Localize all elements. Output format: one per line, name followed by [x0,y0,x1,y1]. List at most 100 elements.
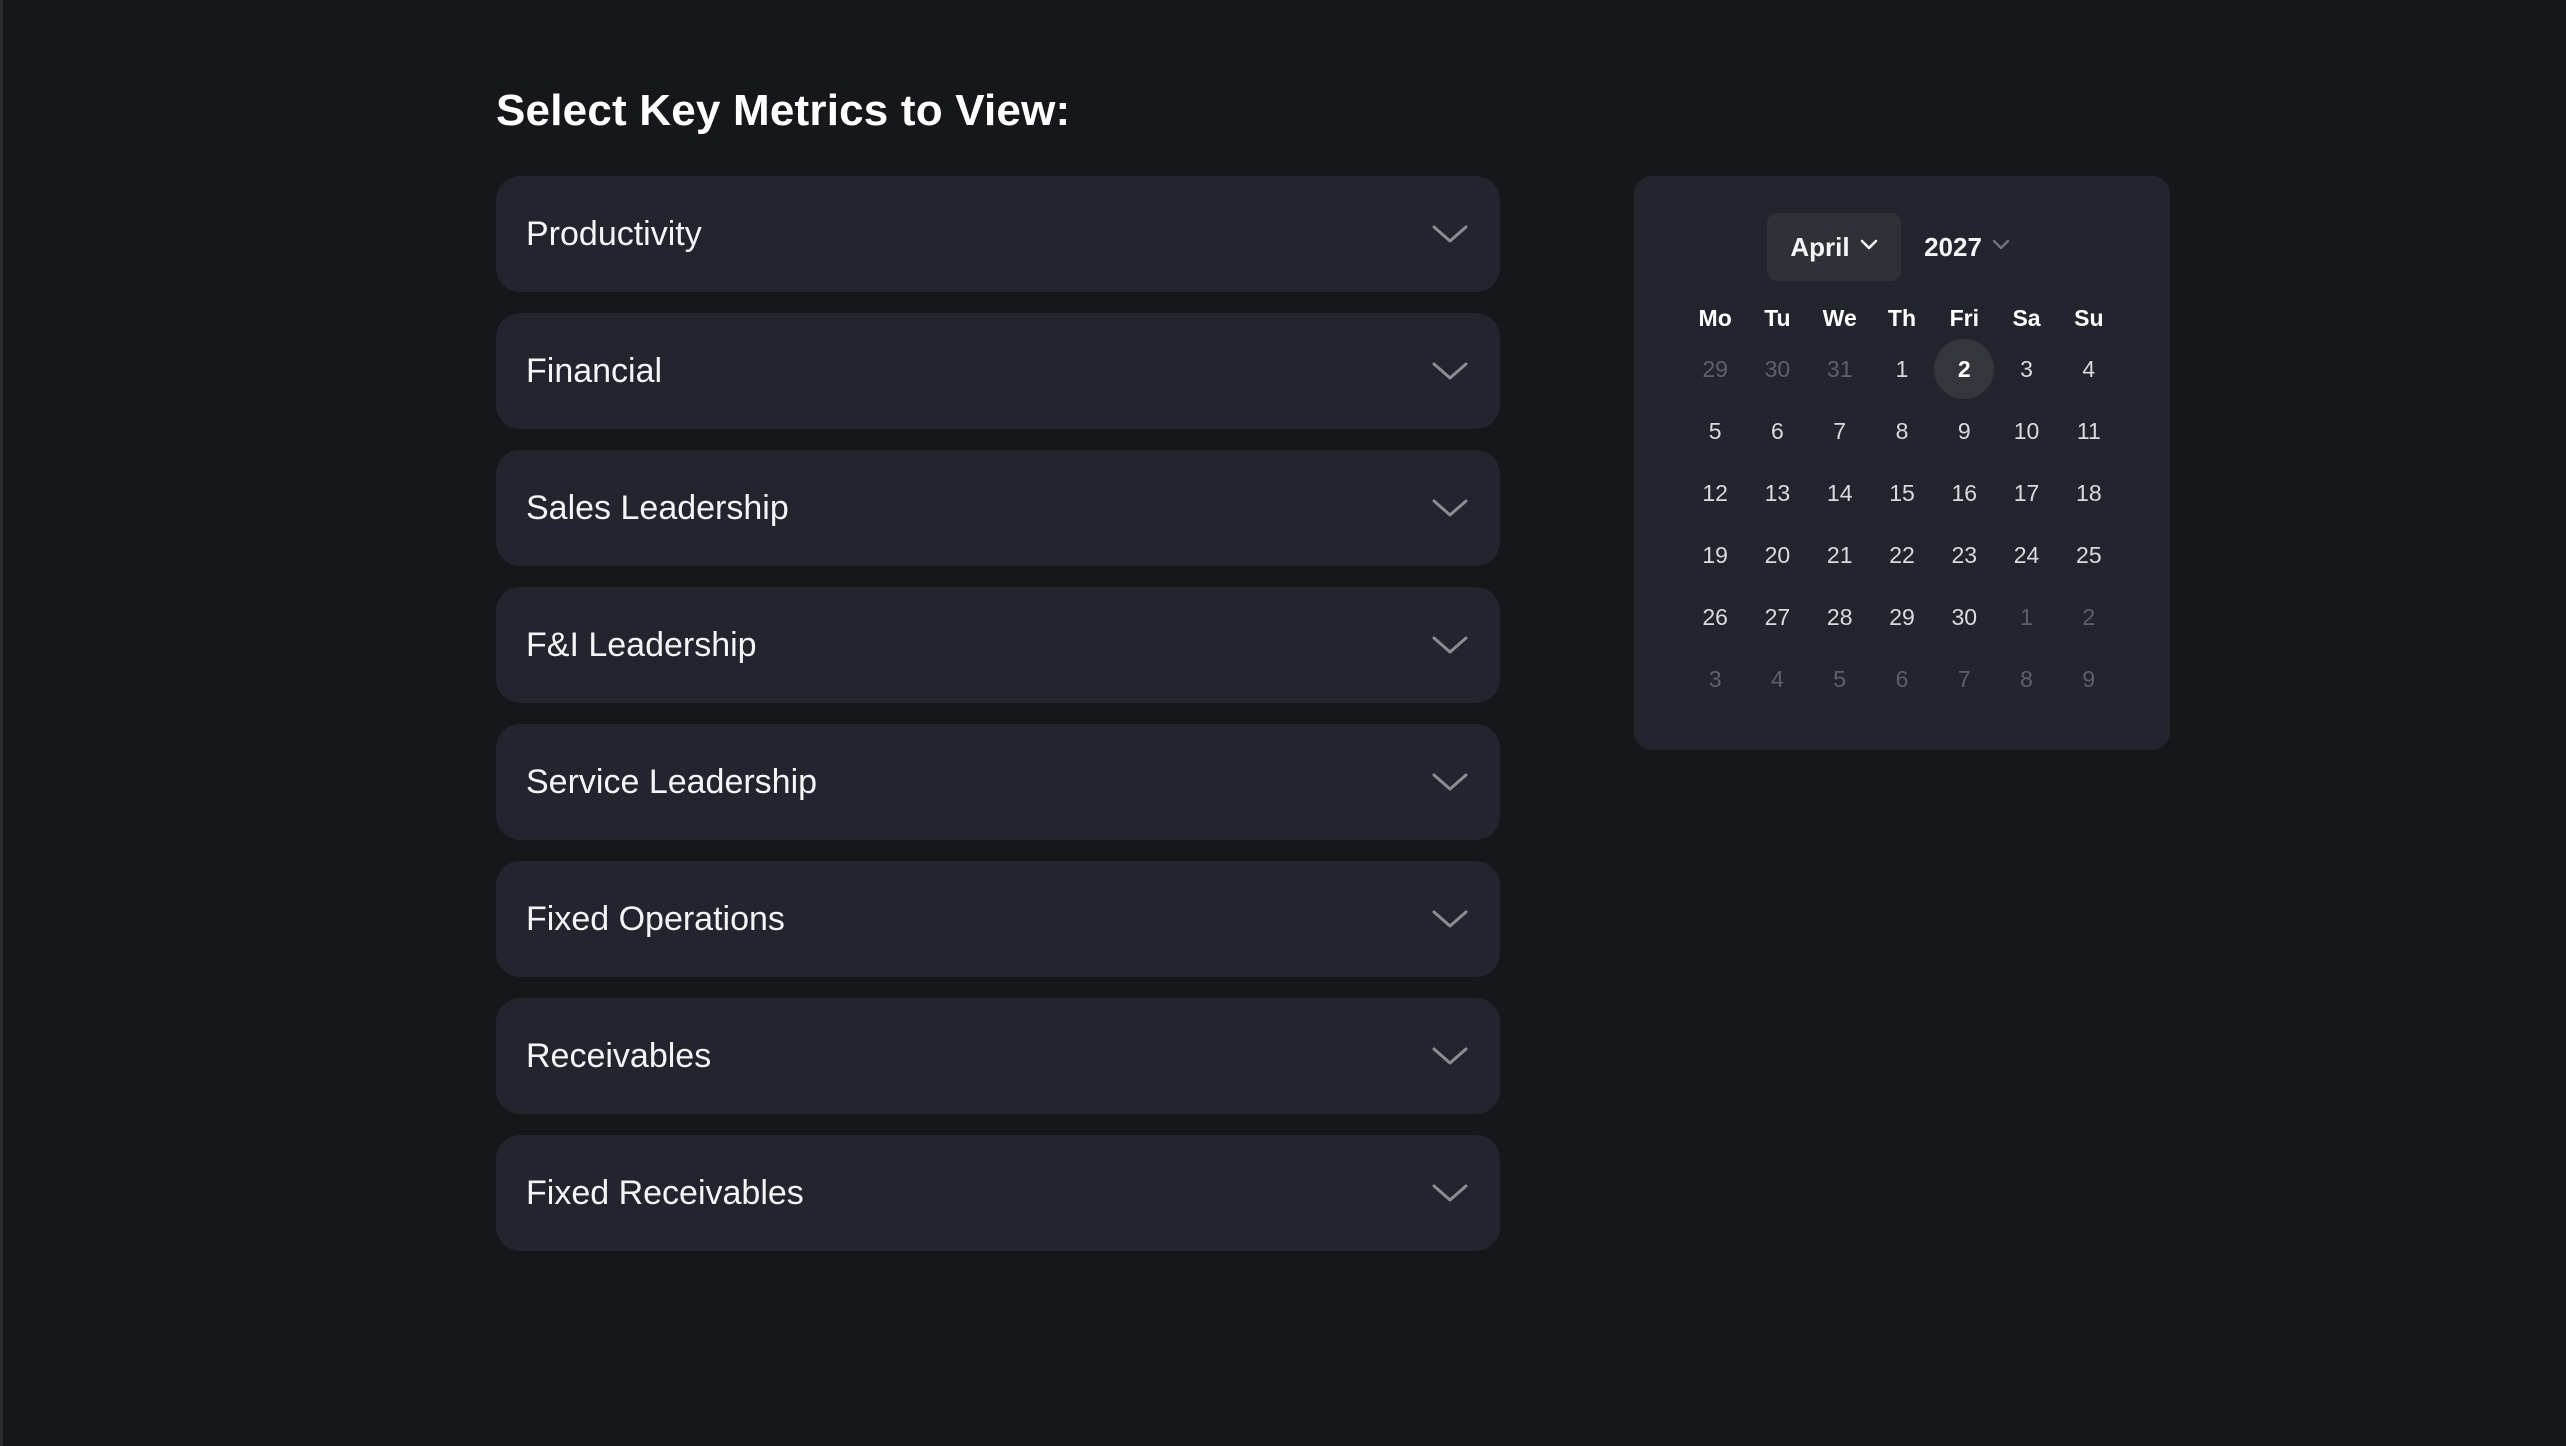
day-number: 4 [1771,666,1784,692]
day-number: 5 [1708,418,1722,444]
calendar-day[interactable]: 9 [1933,400,1995,462]
calendar-day-outside-month[interactable]: 31 [1809,338,1871,400]
calendar-day[interactable]: 4 [2058,338,2120,400]
calendar-week-row: 12 13 14 15 16 17 18 [1684,462,2120,524]
calendar-day[interactable]: 25 [2058,524,2120,586]
day-number: 7 [1957,666,1971,692]
metric-label: Productivity [526,214,702,253]
calendar-header: April 2027 [1634,213,2170,283]
calendar-week-row: 5 6 7 8 9 10 11 [1684,400,2120,462]
calendar-day[interactable]: 6 [1746,400,1808,462]
day-number: 26 [1702,604,1728,630]
calendar-day[interactable]: 18 [2058,462,2120,524]
calendar-day[interactable]: 3 [1995,338,2057,400]
metrics-accordion: Productivity Financial Sales Leadership … [496,176,1500,1272]
calendar-day[interactable]: 23 [1933,524,1995,586]
calendar-day[interactable]: 10 [1995,400,2057,462]
metric-item-fixed-operations[interactable]: Fixed Operations [496,861,1500,977]
calendar-day[interactable]: 13 [1746,462,1808,524]
calendar-day[interactable]: 1 [1871,338,1933,400]
metric-item-sales-leadership[interactable]: Sales Leadership [496,450,1500,566]
chevron-down-icon [1430,359,1470,383]
calendar-day-outside-month[interactable]: 8 [1995,648,2057,710]
metric-item-service-leadership[interactable]: Service Leadership [496,724,1500,840]
day-number: 31 [1826,356,1853,382]
metric-label: Service Leadership [526,762,818,801]
metric-item-fi-leadership[interactable]: F&I Leadership [496,587,1500,703]
metric-label: F&I Leadership [526,625,757,664]
calendar-day[interactable]: 30 [1933,586,1995,648]
day-number: 24 [2013,542,2040,568]
day-number: 30 [1764,356,1791,382]
calendar-day[interactable]: 27 [1746,586,1808,648]
day-number: 8 [2020,666,2033,692]
day-number: 20 [1764,542,1791,568]
calendar-day[interactable]: 26 [1684,586,1746,648]
calendar-day-outside-month[interactable]: 4 [1746,648,1808,710]
calendar-day[interactable]: 14 [1809,462,1871,524]
day-number: 6 [1771,418,1784,444]
calendar-day[interactable]: 28 [1809,586,1871,648]
chevron-down-icon [1430,907,1470,931]
day-number: 3 [1708,666,1722,692]
chevron-down-icon [1430,770,1470,794]
metric-item-productivity[interactable]: Productivity [496,176,1500,292]
page: Select Key Metrics to View: Productivity… [0,0,2566,1446]
chevron-down-icon [1430,1044,1470,1068]
metric-label: Financial [526,351,663,390]
calendar-day-outside-month[interactable]: 5 [1809,648,1871,710]
day-number: 19 [1702,542,1728,568]
day-number: 14 [1826,480,1853,506]
page-title: Select Key Metrics to View: [496,86,1071,135]
day-number: 7 [1833,418,1847,444]
calendar-day-outside-month[interactable]: 30 [1746,338,1808,400]
calendar-day[interactable]: 11 [2058,400,2120,462]
metric-item-fixed-receivables[interactable]: Fixed Receivables [496,1135,1500,1251]
metric-item-financial[interactable]: Financial [496,313,1500,429]
calendar-day[interactable]: 20 [1746,524,1808,586]
calendar-day[interactable]: 15 [1871,462,1933,524]
calendar-day[interactable]: 5 [1684,400,1746,462]
calendar-day-selected[interactable]: 2 [1933,338,1995,400]
calendar-day[interactable]: 19 [1684,524,1746,586]
day-number: 1 [1895,356,1909,382]
day-number: 3 [2020,356,2033,382]
day-number: 23 [1951,542,1978,568]
calendar-day[interactable]: 12 [1684,462,1746,524]
weekday-label: Fri [1949,305,1979,331]
calendar-day-outside-month[interactable]: 7 [1933,648,1995,710]
metric-label: Fixed Operations [526,899,785,938]
year-value: 2027 [1924,231,1982,262]
day-number: 4 [2082,356,2096,382]
calendar-day[interactable]: 29 [1871,586,1933,648]
calendar-day-outside-month[interactable]: 29 [1684,338,1746,400]
calendar-day[interactable]: 24 [1995,524,2057,586]
chevron-down-icon [1992,238,2010,256]
calendar-day[interactable]: 17 [1995,462,2057,524]
calendar-week-row: 19 20 21 22 23 24 25 [1684,524,2120,586]
day-number: 25 [2076,542,2102,568]
calendar-day-outside-month[interactable]: 6 [1871,648,1933,710]
month-select[interactable]: April [1767,213,1901,281]
calendar-day[interactable]: 8 [1871,400,1933,462]
calendar-day[interactable]: 7 [1809,400,1871,462]
day-number: 22 [1889,542,1915,568]
weekday-header-row: Mo Tu We Th Fri Sa Su [1684,298,2120,338]
day-number: 27 [1764,604,1791,630]
calendar-day-outside-month[interactable]: 3 [1684,648,1746,710]
day-number: 29 [1702,356,1728,382]
metric-label: Fixed Receivables [526,1173,804,1212]
metric-item-receivables[interactable]: Receivables [496,998,1500,1114]
calendar-day[interactable]: 22 [1871,524,1933,586]
calendar-day-outside-month[interactable]: 1 [1995,586,2057,648]
day-number: 5 [1833,666,1847,692]
year-select[interactable]: 2027 [1912,213,2022,281]
day-number: 30 [1951,604,1978,630]
day-number: 12 [1702,480,1728,506]
calendar-day-outside-month[interactable]: 9 [2058,648,2120,710]
calendar-day[interactable]: 21 [1809,524,1871,586]
calendar-day[interactable]: 16 [1933,462,1995,524]
metric-label: Sales Leadership [526,488,789,527]
window-edge [0,0,3,1446]
calendar-day-outside-month[interactable]: 2 [2058,586,2120,648]
